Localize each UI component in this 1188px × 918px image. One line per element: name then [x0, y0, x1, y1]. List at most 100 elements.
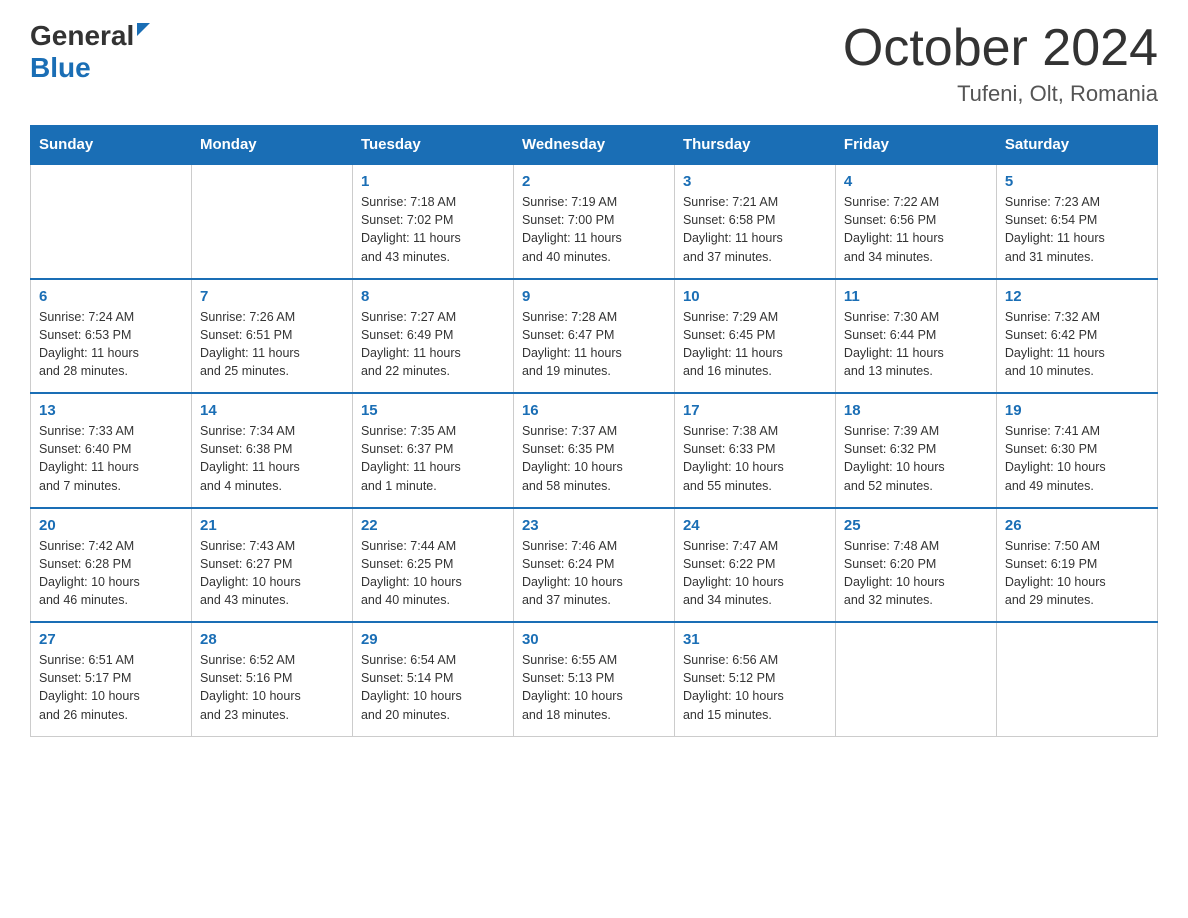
day-info: Sunrise: 7:35 AM	[361, 422, 505, 440]
calendar-cell: 15Sunrise: 7:35 AMSunset: 6:37 PMDayligh…	[352, 393, 513, 508]
day-number: 6	[39, 288, 183, 305]
day-number: 9	[522, 288, 666, 305]
calendar-cell: 1Sunrise: 7:18 AMSunset: 7:02 PMDaylight…	[352, 164, 513, 279]
logo-general-text: General	[30, 20, 150, 52]
day-info: Sunrise: 6:52 AM	[200, 651, 344, 669]
day-info: Sunset: 6:25 PM	[361, 555, 505, 573]
calendar-cell: 27Sunrise: 6:51 AMSunset: 5:17 PMDayligh…	[31, 622, 192, 736]
day-info: Sunrise: 7:29 AM	[683, 308, 827, 326]
week-row-1: 1Sunrise: 7:18 AMSunset: 7:02 PMDaylight…	[31, 164, 1158, 279]
day-info: Sunset: 5:13 PM	[522, 669, 666, 687]
day-info: and 31 minutes.	[1005, 248, 1149, 266]
day-info: Sunset: 5:12 PM	[683, 669, 827, 687]
day-info: Daylight: 11 hours	[39, 458, 183, 476]
calendar-cell: 5Sunrise: 7:23 AMSunset: 6:54 PMDaylight…	[996, 164, 1157, 279]
day-info: Sunrise: 7:48 AM	[844, 537, 988, 555]
day-number: 31	[683, 631, 827, 648]
day-info: Daylight: 10 hours	[1005, 458, 1149, 476]
calendar-header-row: Sunday Monday Tuesday Wednesday Thursday…	[31, 126, 1158, 165]
day-number: 7	[200, 288, 344, 305]
day-info: Daylight: 11 hours	[844, 229, 988, 247]
day-info: Sunset: 6:58 PM	[683, 211, 827, 229]
month-title: October 2024	[843, 20, 1158, 77]
day-info: Sunrise: 7:34 AM	[200, 422, 344, 440]
day-info: and 19 minutes.	[522, 362, 666, 380]
day-info: and 18 minutes.	[522, 706, 666, 724]
day-info: Sunrise: 6:51 AM	[39, 651, 183, 669]
day-info: and 37 minutes.	[683, 248, 827, 266]
day-info: Sunset: 6:53 PM	[39, 326, 183, 344]
day-info: Sunset: 6:35 PM	[522, 440, 666, 458]
calendar-cell: 24Sunrise: 7:47 AMSunset: 6:22 PMDayligh…	[674, 508, 835, 623]
day-info: Sunrise: 7:42 AM	[39, 537, 183, 555]
day-info: Daylight: 11 hours	[844, 344, 988, 362]
day-info: Sunrise: 7:47 AM	[683, 537, 827, 555]
day-info: and 25 minutes.	[200, 362, 344, 380]
day-info: Daylight: 10 hours	[522, 687, 666, 705]
day-info: Sunrise: 7:22 AM	[844, 193, 988, 211]
calendar-cell: 11Sunrise: 7:30 AMSunset: 6:44 PMDayligh…	[835, 279, 996, 394]
day-number: 16	[522, 402, 666, 419]
day-info: Sunset: 6:24 PM	[522, 555, 666, 573]
day-info: Sunset: 5:17 PM	[39, 669, 183, 687]
day-number: 15	[361, 402, 505, 419]
day-number: 13	[39, 402, 183, 419]
header-wednesday: Wednesday	[513, 126, 674, 165]
day-info: and 28 minutes.	[39, 362, 183, 380]
day-info: Daylight: 11 hours	[522, 344, 666, 362]
day-info: Daylight: 10 hours	[39, 687, 183, 705]
day-info: Daylight: 10 hours	[683, 687, 827, 705]
day-info: Sunset: 6:22 PM	[683, 555, 827, 573]
day-info: Daylight: 11 hours	[1005, 229, 1149, 247]
header-friday: Friday	[835, 126, 996, 165]
day-info: Daylight: 10 hours	[683, 458, 827, 476]
day-info: Sunset: 7:00 PM	[522, 211, 666, 229]
day-info: and 52 minutes.	[844, 477, 988, 495]
day-info: Daylight: 11 hours	[39, 344, 183, 362]
day-number: 18	[844, 402, 988, 419]
day-info: and 46 minutes.	[39, 591, 183, 609]
week-row-4: 20Sunrise: 7:42 AMSunset: 6:28 PMDayligh…	[31, 508, 1158, 623]
day-info: Daylight: 10 hours	[361, 573, 505, 591]
day-info: and 13 minutes.	[844, 362, 988, 380]
day-info: and 37 minutes.	[522, 591, 666, 609]
calendar-cell: 16Sunrise: 7:37 AMSunset: 6:35 PMDayligh…	[513, 393, 674, 508]
calendar-cell: 4Sunrise: 7:22 AMSunset: 6:56 PMDaylight…	[835, 164, 996, 279]
page-header: General Blue October 2024 Tufeni, Olt, R…	[30, 20, 1158, 107]
day-info: Sunrise: 7:39 AM	[844, 422, 988, 440]
week-row-5: 27Sunrise: 6:51 AMSunset: 5:17 PMDayligh…	[31, 622, 1158, 736]
calendar-cell: 12Sunrise: 7:32 AMSunset: 6:42 PMDayligh…	[996, 279, 1157, 394]
day-info: Daylight: 11 hours	[361, 229, 505, 247]
day-info: Daylight: 11 hours	[361, 344, 505, 362]
day-info: Daylight: 10 hours	[200, 573, 344, 591]
calendar-cell: 29Sunrise: 6:54 AMSunset: 5:14 PMDayligh…	[352, 622, 513, 736]
calendar-cell: 19Sunrise: 7:41 AMSunset: 6:30 PMDayligh…	[996, 393, 1157, 508]
day-info: and 20 minutes.	[361, 706, 505, 724]
day-info: and 23 minutes.	[200, 706, 344, 724]
day-number: 30	[522, 631, 666, 648]
day-number: 20	[39, 517, 183, 534]
day-info: Daylight: 11 hours	[683, 229, 827, 247]
day-number: 10	[683, 288, 827, 305]
header-monday: Monday	[191, 126, 352, 165]
day-info: Sunrise: 7:41 AM	[1005, 422, 1149, 440]
logo-blue-text: Blue	[30, 52, 150, 84]
day-info: Sunset: 6:27 PM	[200, 555, 344, 573]
day-number: 2	[522, 173, 666, 190]
day-info: Sunrise: 7:27 AM	[361, 308, 505, 326]
day-number: 5	[1005, 173, 1149, 190]
day-number: 8	[361, 288, 505, 305]
day-number: 23	[522, 517, 666, 534]
day-info: Daylight: 11 hours	[361, 458, 505, 476]
calendar-cell: 20Sunrise: 7:42 AMSunset: 6:28 PMDayligh…	[31, 508, 192, 623]
day-info: and 4 minutes.	[200, 477, 344, 495]
calendar-cell	[191, 164, 352, 279]
day-number: 29	[361, 631, 505, 648]
day-info: Sunset: 6:42 PM	[1005, 326, 1149, 344]
day-info: and 49 minutes.	[1005, 477, 1149, 495]
day-info: and 15 minutes.	[683, 706, 827, 724]
day-info: and 29 minutes.	[1005, 591, 1149, 609]
calendar-cell: 10Sunrise: 7:29 AMSunset: 6:45 PMDayligh…	[674, 279, 835, 394]
day-info: and 34 minutes.	[683, 591, 827, 609]
calendar-cell	[31, 164, 192, 279]
